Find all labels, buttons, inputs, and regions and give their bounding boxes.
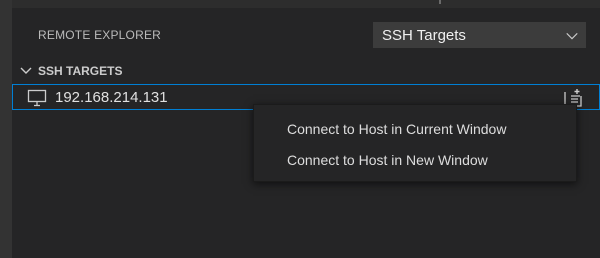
host-label: 192.168.214.131: [55, 89, 168, 106]
activity-bar: [0, 0, 12, 258]
ssh-targets-section-header[interactable]: SSH TARGETS: [12, 60, 600, 82]
chevron-down-icon[interactable]: [18, 63, 34, 79]
explorer-header: REMOTE EXPLORER SSH Targets: [12, 20, 600, 50]
target-type-value: SSH Targets: [382, 26, 466, 44]
tab-strip: [12, 0, 600, 8]
section-label: SSH TARGETS: [38, 64, 123, 78]
context-menu: Connect to Host in Current Window Connec…: [253, 104, 577, 182]
remote-explorer-view: REMOTE EXPLORER SSH Targets SSH TARGETS …: [0, 0, 600, 258]
menu-item-connect-current-window[interactable]: Connect to Host in Current Window: [254, 113, 576, 144]
explorer-title: REMOTE EXPLORER: [38, 28, 162, 42]
chevron-down-icon: [566, 32, 578, 40]
menu-item-connect-new-window[interactable]: Connect to Host in New Window: [254, 144, 576, 175]
monitor-icon: [27, 89, 47, 107]
target-type-dropdown[interactable]: SSH Targets: [373, 22, 586, 48]
tab-divider: [439, 0, 441, 4]
